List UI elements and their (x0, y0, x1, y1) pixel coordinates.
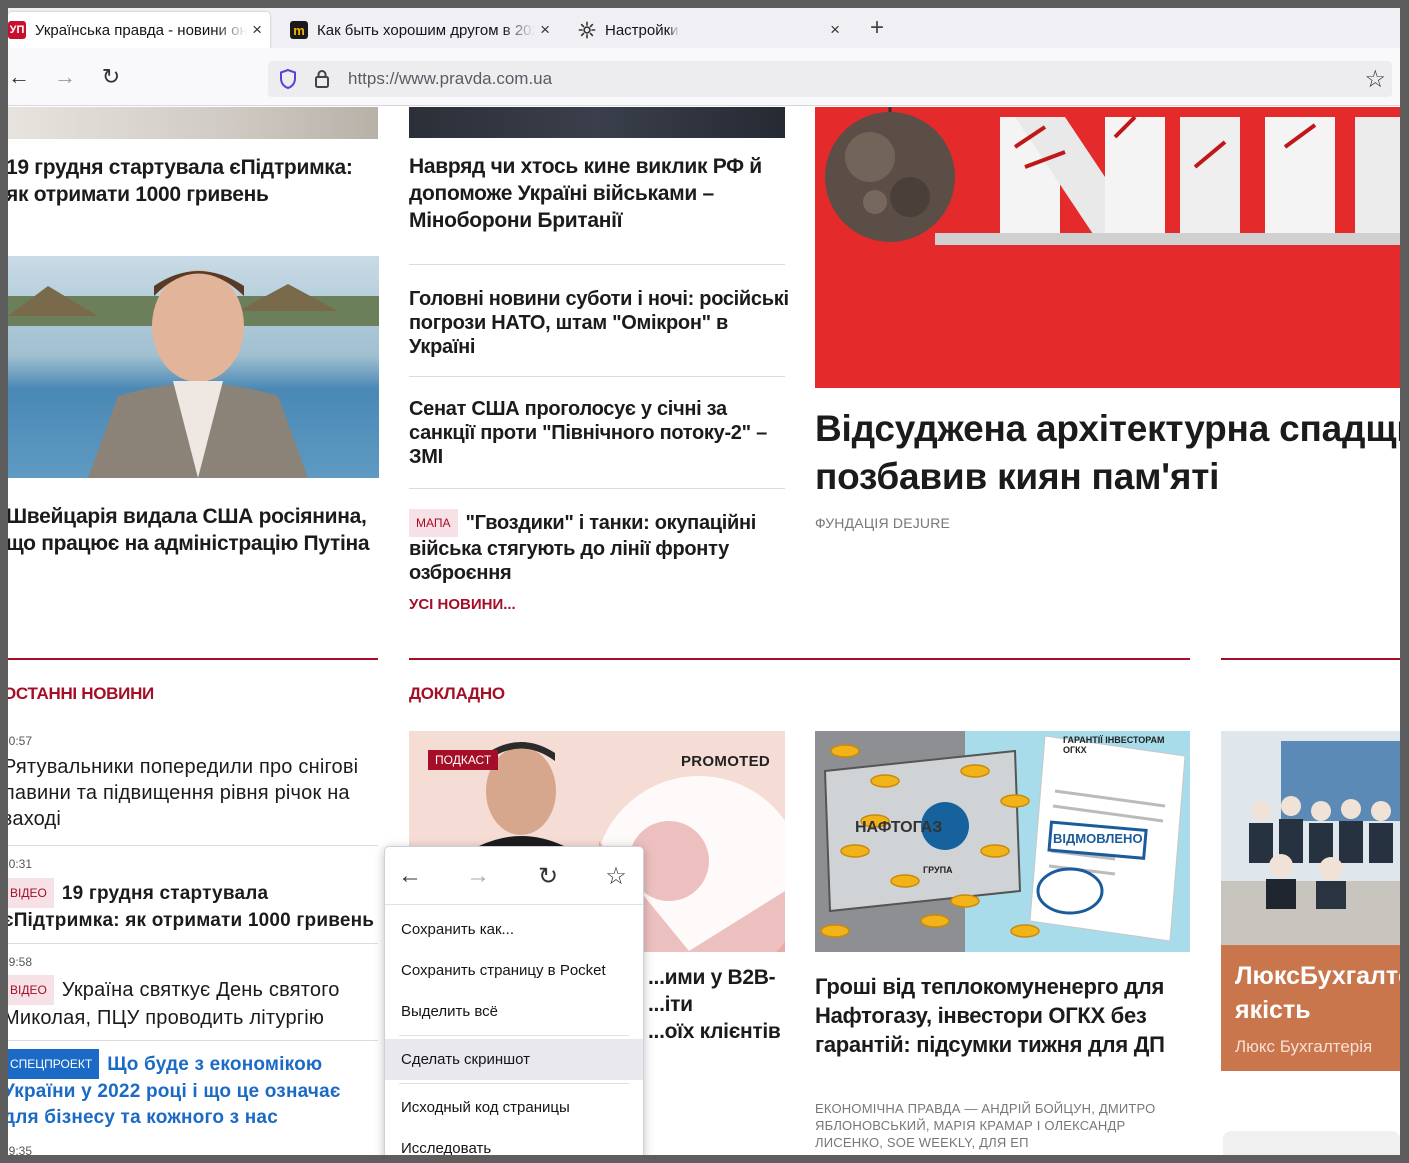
menu-save-to-pocket[interactable]: Сохранить страницу в Pocket (385, 950, 643, 991)
section-divider (1221, 658, 1400, 660)
divider (8, 1040, 378, 1041)
headline-senate[interactable]: Сенат США проголосує у січні за санкції … (409, 397, 789, 469)
latest-news-title[interactable]: ОСТАННІ НОВИНИ (8, 684, 154, 704)
tab-settings[interactable]: Настройки × (568, 12, 848, 48)
url-bar[interactable]: https://www.pravda.com.ua ☆ (268, 61, 1392, 97)
close-tab-icon[interactable]: × (252, 20, 262, 40)
promoted-label: PROMOTED (681, 753, 771, 770)
reload-button[interactable]: ↻ (96, 62, 126, 92)
bookmark-star-icon[interactable]: ☆ (1364, 65, 1386, 94)
news-item-avalanche[interactable]: Рятувальники попередили про снігові лави… (8, 754, 378, 832)
tab-title: Українська правда - новини онлайн (35, 21, 247, 39)
page-content: 19 грудня стартувала єПідтримка: як отри… (8, 107, 1400, 1155)
sign-subtitle: ГРУПА (923, 865, 953, 875)
url-text[interactable]: https://www.pravda.com.ua (348, 69, 552, 89)
headline-swiss[interactable]: Швейцарія видала США росіянина, що працю… (8, 503, 378, 557)
news-text: Україна святкує День святого Миколая, ПЦ… (8, 979, 340, 1029)
menu-view-source[interactable]: Исходный код страницы (385, 1087, 643, 1128)
podcast-headline[interactable]: ...ими у B2B- ...іти ...оїх клієнтів (648, 964, 808, 1045)
article-image[interactable] (8, 107, 378, 139)
podcast-badge: ПОДКАСТ (428, 750, 499, 770)
divider (409, 376, 785, 377)
news-item-mykolai[interactable]: ВІДЕО Україна святкує День святого Микола… (8, 975, 378, 1031)
lock-icon[interactable] (313, 68, 331, 95)
menu-select-all[interactable]: Выделить всё (385, 991, 643, 1032)
close-tab-icon[interactable]: × (830, 20, 840, 40)
map-badge: МАПА (409, 509, 458, 537)
lux-card[interactable]: ЛюксБухгалтерія: якість Люкс Бухгалтерія (1221, 731, 1400, 1071)
swiss-article-photo[interactable] (8, 256, 379, 478)
divider (409, 488, 785, 489)
news-text: 19 грудня стартувала єПідтримка: як отри… (8, 883, 375, 931)
menu-save-as[interactable]: Сохранить как... (385, 909, 643, 950)
stamp-text: ВІДМОВЛЕНО (1053, 831, 1143, 846)
sign-text: НАФТОГАЗ (855, 819, 943, 836)
back-icon[interactable]: ← (395, 861, 425, 891)
news-time: 20:31 (8, 857, 33, 871)
tab-pravda[interactable]: УП Українська правда - новини онлайн × (8, 12, 270, 48)
reload-icon[interactable]: ↻ (533, 861, 563, 891)
all-news-link[interactable]: УСІ НОВИНИ... (409, 596, 516, 613)
feature-source: ФУНДАЦІЯ DEJURE (815, 515, 951, 531)
menu-screenshot[interactable]: Сделать скриншот (385, 1039, 643, 1080)
back-button[interactable]: ← (8, 62, 34, 92)
news-item-epidtrymka[interactable]: ВІДЕО 19 грудня стартувала єПідтримка: як… (8, 878, 378, 934)
bookmark-star-icon[interactable]: ☆ (601, 861, 631, 891)
video-badge: ВІДЕО (8, 975, 54, 1005)
headline-uk-defense[interactable]: Навряд чи хтось кине виклик РФ й допомож… (409, 153, 789, 234)
card-image[interactable] (1223, 1131, 1400, 1155)
divider (8, 943, 378, 944)
tracking-shield-icon[interactable] (278, 68, 298, 95)
tab-friend[interactable]: m Как быть хорошим другом в 2022 × (280, 12, 558, 48)
new-tab-button[interactable]: + (870, 16, 884, 40)
news-time: 20:57 (8, 734, 33, 748)
lux-source: Люкс Бухгалтерія (1235, 1037, 1373, 1056)
gear-icon (578, 21, 596, 39)
menu-separator (399, 1083, 629, 1084)
headline-main-news[interactable]: Головні новини суботи і ночі: російські … (409, 287, 789, 359)
tab-title: Как быть хорошим другом в 2022 (317, 21, 535, 39)
naftogaz-image[interactable]: ГАРАНТІЇ ІНВЕСТОРАМ ОГКХ ВІДМОВЛЕНО НАФТ… (815, 731, 1190, 952)
special-project-badge: СПЕЦПРОЕКТ (8, 1049, 100, 1079)
close-tab-icon[interactable]: × (540, 20, 550, 40)
divider (409, 264, 785, 265)
navigation-toolbar: ← → ↻ https://www.pravda.com.ua ☆ (8, 48, 1400, 106)
article-image[interactable] (409, 107, 785, 138)
news-time: 19:58 (8, 955, 33, 969)
tab-strip: УП Українська правда - новини онлайн × m… (8, 8, 1400, 48)
section-divider (409, 658, 1190, 660)
news-item-special-project[interactable]: СПЕЦПРОЕКТ Що буде з економікою України у… (8, 1049, 378, 1131)
context-nav-row: ← → ↻ ☆ (385, 847, 643, 905)
menu-inspect[interactable]: Исследовать (385, 1128, 643, 1155)
headline-text: "Гвоздики" і танки: окупаційні війська с… (409, 512, 757, 584)
lux-headline: ЛюксБухгалтерія: якість (1235, 962, 1400, 1024)
naftogaz-headline[interactable]: Гроші від теплокомуненерго для Нафтогазу… (815, 972, 1195, 1059)
doc-title: ГАРАНТІЇ ІНВЕСТОРАМ ОГКХ (1063, 735, 1165, 755)
news-time: 19:35 (8, 1144, 33, 1155)
m-favicon-icon: m (290, 21, 308, 39)
tab-title: Настройки (605, 21, 679, 39)
video-badge: ВІДЕО (8, 878, 54, 908)
headline-epidtrymka[interactable]: 19 грудня стартувала єПідтримка: як отри… (8, 154, 376, 208)
divider (8, 845, 378, 846)
browser-window: УП Українська правда - новини онлайн × m… (8, 8, 1400, 1155)
details-title[interactable]: ДОКЛАДНО (409, 684, 505, 704)
context-menu: ← → ↻ ☆ Сохранить как... Сохранить стран… (384, 846, 644, 1155)
pravda-favicon-icon: УП (8, 21, 26, 39)
feature-headline[interactable]: Відсуджена архітектурна спадщина: як мол… (815, 405, 1400, 501)
section-divider (8, 658, 378, 660)
feature-image[interactable] (815, 107, 1400, 388)
forward-button[interactable]: → (50, 62, 80, 92)
naftogaz-source: ЕКОНОМІЧНА ПРАВДА — АНДРІЙ БОЙЦУН, ДМИТР… (815, 1101, 1156, 1150)
forward-icon[interactable]: → (463, 861, 493, 891)
headline-gvozdyky[interactable]: МАПА "Гвоздики" і танки: окупаційні війсь… (409, 509, 789, 585)
menu-separator (399, 1035, 629, 1036)
